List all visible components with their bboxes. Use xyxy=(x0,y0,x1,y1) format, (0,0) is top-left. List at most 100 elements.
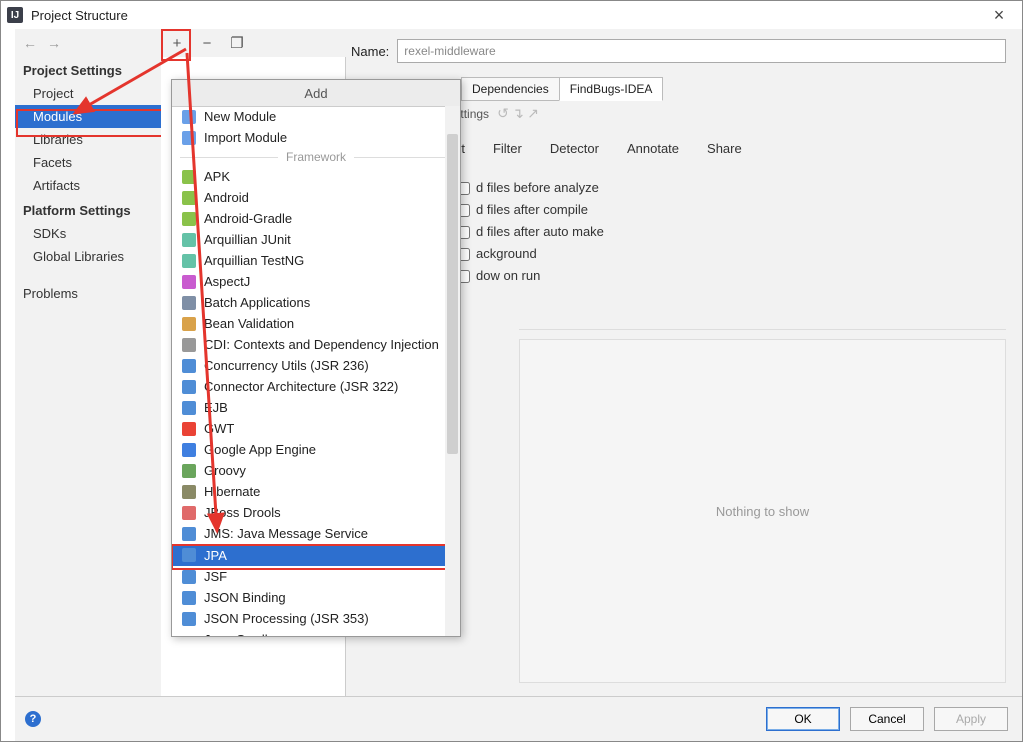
popup-item-label: JSON Binding xyxy=(204,590,286,605)
popup-item[interactable]: New Module xyxy=(172,106,460,127)
popup-item-label: Google App Engine xyxy=(204,442,316,457)
chk-label: d files after compile xyxy=(476,199,588,221)
dialog-footer: ? OK Cancel Apply xyxy=(15,696,1022,741)
opt-filter[interactable]: Filter xyxy=(493,141,522,156)
option-tabs: rt Filter Detector Annotate Share xyxy=(457,141,1006,156)
popup-item-label: CDI: Contexts and Dependency Injection xyxy=(204,337,439,352)
popup-item[interactable]: Hibernate xyxy=(172,481,460,502)
popup-item[interactable]: JSON Binding xyxy=(172,587,460,608)
popup-item[interactable]: CDI: Contexts and Dependency Injection xyxy=(172,334,460,355)
framework-icon xyxy=(182,317,196,331)
framework-icon xyxy=(182,359,196,373)
popup-item[interactable]: Arquillian JUnit xyxy=(172,229,460,250)
help-icon[interactable]: ? xyxy=(25,711,41,727)
module-tabs: Dependencies FindBugs-IDEA xyxy=(461,77,662,101)
popup-item[interactable]: Java-Gradle xyxy=(172,629,460,636)
popup-item-label: Android-Gradle xyxy=(204,211,292,226)
framework-icon xyxy=(182,633,196,637)
popup-item[interactable]: Bean Validation xyxy=(172,313,460,334)
export-icon[interactable]: ↗ xyxy=(527,105,539,121)
chk-label: dow on run xyxy=(476,265,540,287)
chk-label: d files before analyze xyxy=(476,177,599,199)
copy-icon[interactable]: ❐ xyxy=(229,35,245,51)
scrollbar-thumb[interactable] xyxy=(447,134,458,454)
popup-item[interactable]: AspectJ xyxy=(172,271,460,292)
sidebar-item-facets[interactable]: Facets xyxy=(15,151,161,174)
sidebar-item-artifacts[interactable]: Artifacts xyxy=(15,174,161,197)
module-name-input[interactable] xyxy=(397,39,1006,63)
framework-icon xyxy=(182,275,196,289)
popup-item[interactable]: JMS: Java Message Service xyxy=(172,523,460,544)
popup-item-jpa[interactable]: JPA xyxy=(172,544,460,566)
sidebar-item-libraries[interactable]: Libraries xyxy=(15,128,161,151)
popup-item[interactable]: GWT xyxy=(172,418,460,439)
sidebar-item-sdks[interactable]: SDKs xyxy=(15,222,161,245)
module-name-row: Name: xyxy=(351,39,1006,63)
popup-item[interactable]: Android xyxy=(172,187,460,208)
dialog-content: ← → Project Settings Project Modules Lib… xyxy=(15,29,1022,697)
framework-icon xyxy=(182,233,196,247)
tab-dependencies[interactable]: Dependencies xyxy=(461,77,560,101)
popup-item[interactable]: EJB xyxy=(172,397,460,418)
sidebar-item-modules[interactable]: Modules xyxy=(15,105,161,128)
popup-item[interactable]: Arquillian TestNG xyxy=(172,250,460,271)
framework-icon xyxy=(182,443,196,457)
sidebar-section-head: Project Settings xyxy=(15,57,161,82)
legend-icons: ↺ ↴ ↗ xyxy=(497,105,539,122)
folder-icon xyxy=(182,131,196,145)
framework-icon xyxy=(182,548,196,562)
reset-icon[interactable]: ↺ xyxy=(497,105,509,121)
framework-icon xyxy=(182,212,196,226)
popup-item-label: Batch Applications xyxy=(204,295,310,310)
framework-icon xyxy=(182,570,196,584)
sidebar-item-project[interactable]: Project xyxy=(15,82,161,105)
opt-share[interactable]: Share xyxy=(707,141,742,156)
popup-item-label: JBoss Drools xyxy=(204,505,281,520)
framework-icon xyxy=(182,338,196,352)
name-label: Name: xyxy=(351,44,389,59)
popup-item[interactable]: Concurrency Utils (JSR 236) xyxy=(172,355,460,376)
popup-item-label: Concurrency Utils (JSR 236) xyxy=(204,358,369,373)
popup-item-label: JSON Processing (JSR 353) xyxy=(204,611,369,626)
popup-item[interactable]: JSON Processing (JSR 353) xyxy=(172,608,460,629)
sidebar-item-global-libraries[interactable]: Global Libraries xyxy=(15,245,161,268)
project-structure-dialog: IJ Project Structure × ← → Project Setti… xyxy=(0,0,1023,742)
nav-fwd-icon[interactable]: → xyxy=(47,35,61,51)
popup-item[interactable]: JSF xyxy=(172,566,460,587)
popup-item[interactable]: Batch Applications xyxy=(172,292,460,313)
tab-findbugs[interactable]: FindBugs-IDEA xyxy=(559,77,664,101)
popup-item[interactable]: Import Module xyxy=(172,127,460,148)
popup-item[interactable]: APK xyxy=(172,166,460,187)
popup-item-label: Android xyxy=(204,190,249,205)
empty-state: Nothing to show xyxy=(519,339,1006,683)
popup-item-label: Bean Validation xyxy=(204,316,294,331)
remove-icon[interactable]: − xyxy=(199,35,215,51)
popup-item-label: Arquillian JUnit xyxy=(204,232,291,247)
ok-button[interactable]: OK xyxy=(766,707,840,731)
popup-item[interactable]: Google App Engine xyxy=(172,439,460,460)
popup-item[interactable]: Android-Gradle xyxy=(172,208,460,229)
close-icon[interactable]: × xyxy=(982,5,1016,26)
framework-icon xyxy=(182,170,196,184)
popup-item-label: Hibernate xyxy=(204,484,260,499)
popup-item-label: JPA xyxy=(204,548,227,563)
popup-item[interactable]: JBoss Drools xyxy=(172,502,460,523)
popup-body[interactable]: New ModuleImport ModuleFrameworkAPKAndro… xyxy=(172,106,460,636)
popup-item[interactable]: Connector Architecture (JSR 322) xyxy=(172,376,460,397)
framework-icon xyxy=(182,612,196,626)
cancel-button[interactable]: Cancel xyxy=(850,707,924,731)
popup-item[interactable]: Groovy xyxy=(172,460,460,481)
nav-back-icon[interactable]: ← xyxy=(23,35,37,51)
framework-icon xyxy=(182,296,196,310)
apply-button[interactable]: Apply xyxy=(934,707,1008,731)
add-icon[interactable]: + xyxy=(169,35,185,51)
import-icon[interactable]: ↴ xyxy=(512,105,524,121)
opt-annotate[interactable]: Annotate xyxy=(627,141,679,156)
app-icon: IJ xyxy=(7,7,23,23)
sidebar-section-head: Platform Settings xyxy=(15,197,161,222)
framework-icon xyxy=(182,422,196,436)
framework-icon xyxy=(182,464,196,478)
sidebar-item-problems[interactable]: Problems xyxy=(15,282,161,305)
opt-detector[interactable]: Detector xyxy=(550,141,599,156)
popup-scrollbar[interactable] xyxy=(445,106,460,636)
